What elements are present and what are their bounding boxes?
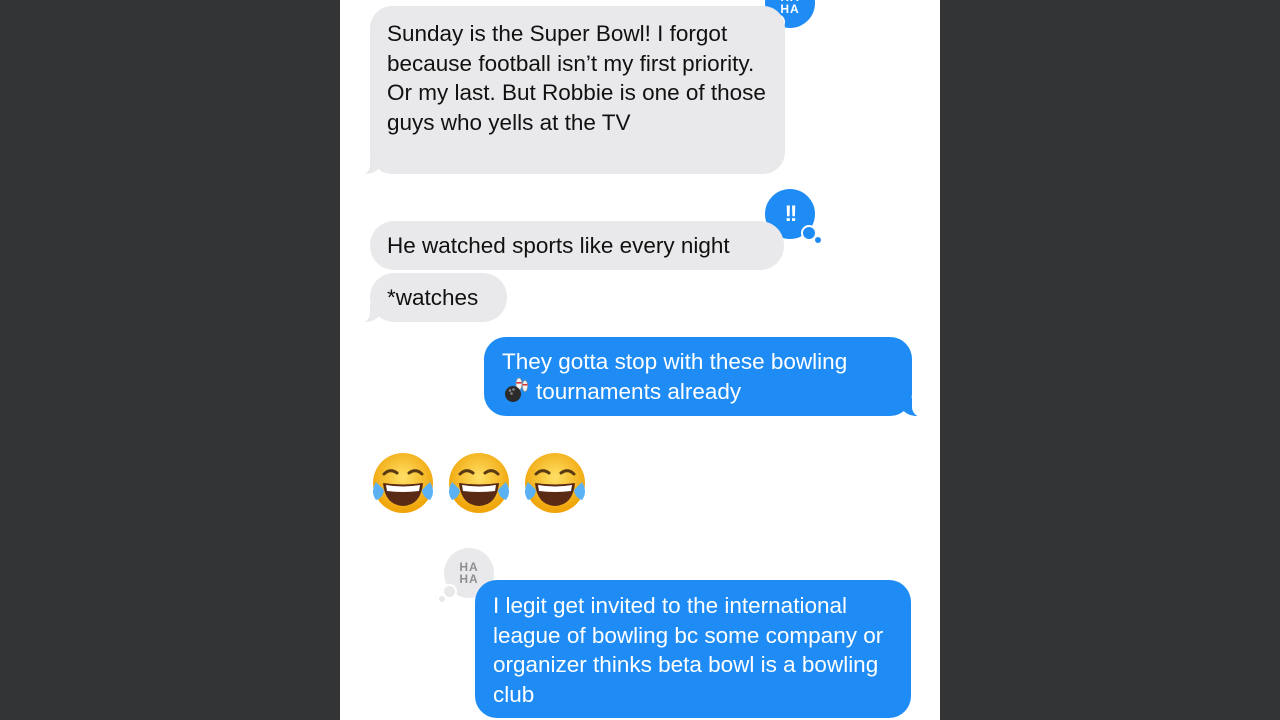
received-message-bubble[interactable]: *watches [356,273,507,323]
received-message-bubble[interactable]: Sunday is the Super Bowl! I forgot becau… [356,6,785,175]
face-with-tears-of-joy-icon [449,453,509,513]
emoji-message[interactable] [370,450,588,516]
tapback-haha-label: HA [459,572,479,586]
message-text: I legit get invited to the international… [493,593,884,707]
message-text-line: They gotta stop with these bowling [502,349,848,374]
face-with-tears-of-joy-icon [373,453,433,513]
bowling-emoji-icon [505,377,528,402]
sent-message-bubble[interactable]: They gotta stop with these bowling tourn… [484,337,926,417]
tapback-exclamation-label: !! [784,201,798,226]
sent-message-bubble[interactable]: I legit get invited to the international… [475,580,911,718]
message-text: Sunday is the Super Bowl! I forgot becau… [387,21,766,135]
message-text: He watched sports like every night [387,233,730,258]
message-thread: HA HA Sunday is the Super Bowl! I forgot … [340,0,940,720]
received-message-bubble[interactable]: He watched sports like every night [370,221,784,270]
message-text-line: tournaments already [536,378,742,404]
tapback-haha-label: HA [780,2,800,16]
message-text: *watches [387,285,479,310]
face-with-tears-of-joy-icon [525,453,585,513]
